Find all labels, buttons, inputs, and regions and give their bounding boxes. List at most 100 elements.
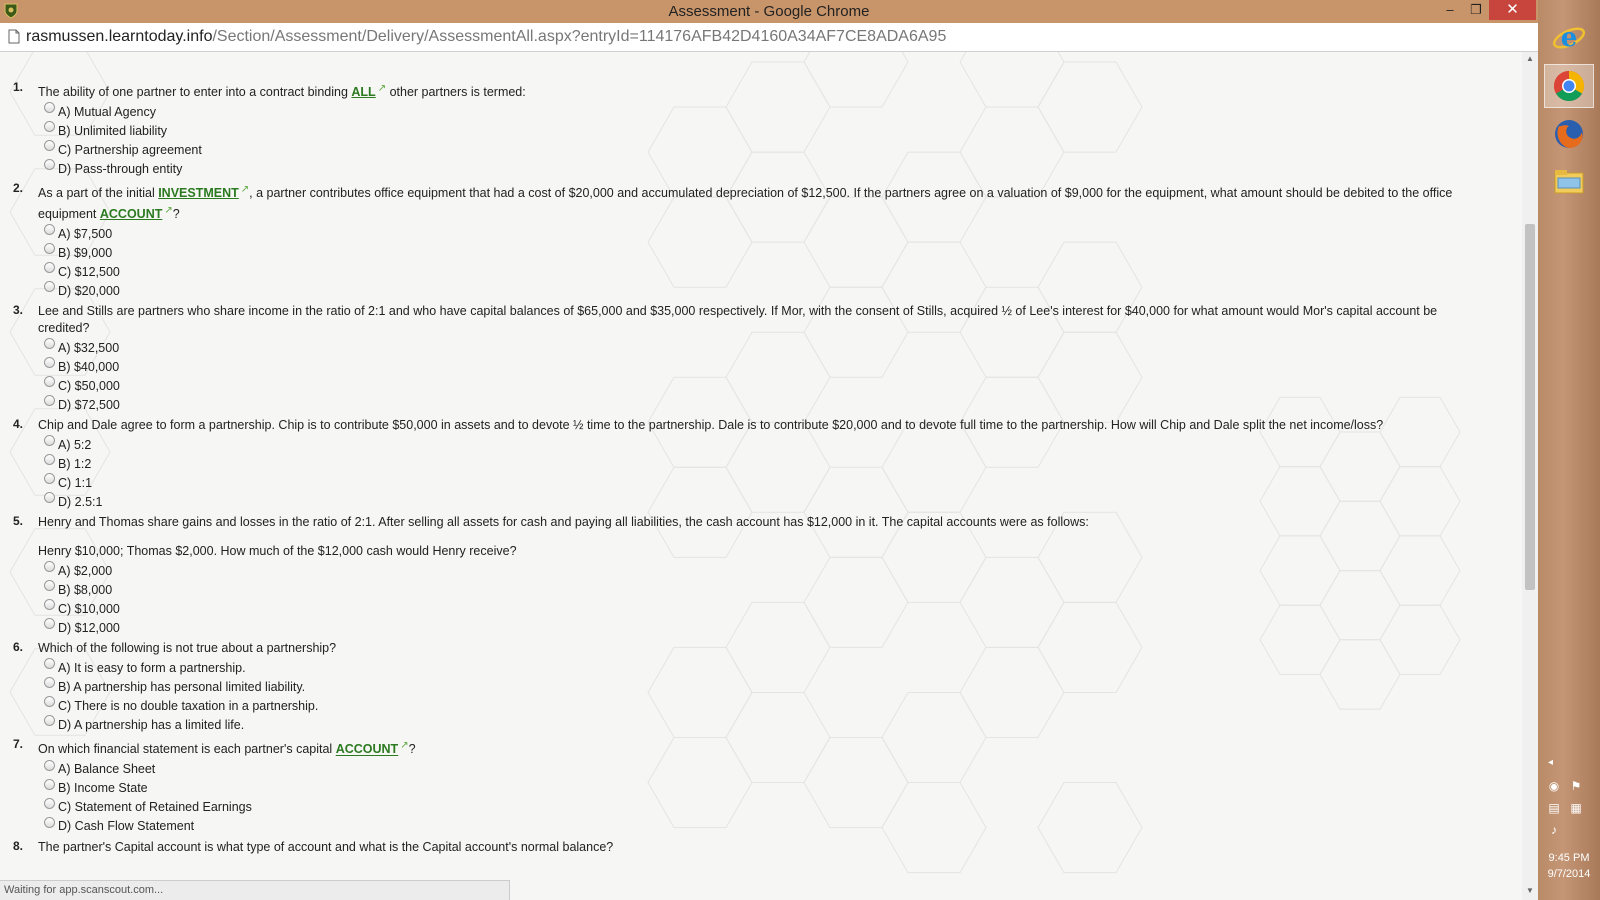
radio-button[interactable] xyxy=(44,580,55,592)
glossary-link[interactable]: ACCOUNT xyxy=(336,743,399,757)
answer-option[interactable]: A) Balance Sheet xyxy=(44,759,1500,779)
flag-tray-icon[interactable]: ⚑ xyxy=(1568,778,1584,794)
title-bar[interactable]: Assessment - Google Chrome ‒ ❐ ✕ xyxy=(0,0,1538,23)
radio-button[interactable] xyxy=(44,561,55,573)
question-text: As a part of the initial INVESTMENT ↗, a … xyxy=(38,181,1500,223)
answer-option[interactable]: B) Unlimited liability xyxy=(44,121,1500,140)
question-item: 7. On which financial statement is each p… xyxy=(0,737,1500,835)
glossary-link[interactable]: ACCOUNT xyxy=(100,207,163,221)
radio-button[interactable] xyxy=(44,262,55,274)
external-link-icon[interactable]: ↗ xyxy=(400,740,408,751)
volume-tray-icon[interactable]: ♪ xyxy=(1546,822,1562,838)
question-text-mid: , a partner contributes office equipment… xyxy=(38,186,1453,222)
answer-option[interactable]: A) Mutual Agency xyxy=(44,102,1500,121)
radio-button[interactable] xyxy=(44,454,55,466)
scroll-up-arrow-icon[interactable]: ▲ xyxy=(1522,54,1538,66)
radio-button[interactable] xyxy=(44,492,55,504)
radio-button[interactable] xyxy=(44,121,55,133)
radio-button[interactable] xyxy=(44,696,55,708)
answer-option[interactable]: A) $2,000 xyxy=(44,561,1500,580)
answer-option[interactable]: B) 1:2 xyxy=(44,454,1500,473)
glossary-link[interactable]: ALL xyxy=(351,85,375,99)
answer-option[interactable]: C) There is no double taxation in a part… xyxy=(44,696,1500,715)
external-link-icon[interactable]: ↗ xyxy=(164,205,172,216)
radio-button[interactable] xyxy=(44,797,55,809)
answer-label: B) Income State xyxy=(58,781,148,796)
answer-option[interactable]: A) $32,500 xyxy=(44,338,1500,357)
answer-option[interactable]: B) A partnership has personal limited li… xyxy=(44,677,1500,696)
tray-chevron-icon[interactable]: ◂ xyxy=(1548,757,1553,768)
power-tray-icon[interactable]: ▤ xyxy=(1546,800,1562,816)
radio-button[interactable] xyxy=(44,778,55,790)
answer-label: B) 1:2 xyxy=(58,456,92,471)
radio-button[interactable] xyxy=(44,677,55,689)
radio-button[interactable] xyxy=(44,243,55,255)
clock-time[interactable]: 9:45 PM xyxy=(1538,852,1600,864)
radio-button[interactable] xyxy=(44,658,55,670)
answer-option[interactable]: D) Cash Flow Statement xyxy=(44,816,1500,836)
radio-button[interactable] xyxy=(44,435,55,447)
scroll-down-arrow-icon[interactable]: ▼ xyxy=(1522,886,1538,898)
answer-option[interactable]: A) $7,500 xyxy=(44,224,1500,243)
answer-option[interactable]: D) 2.5:1 xyxy=(44,492,1500,511)
chrome-taskbar-button[interactable] xyxy=(1544,64,1594,108)
answer-option[interactable]: C) Statement of Retained Earnings xyxy=(44,797,1500,817)
question-text: The partner's Capital account is what ty… xyxy=(38,839,1500,856)
answer-label: A) $32,500 xyxy=(58,340,120,355)
external-link-icon[interactable]: ↗ xyxy=(378,83,386,94)
external-link-icon[interactable]: ↗ xyxy=(241,184,249,195)
radio-button[interactable] xyxy=(44,473,55,485)
ie-taskbar-button[interactable]: e xyxy=(1544,16,1594,60)
answer-option[interactable]: D) A partnership has a limited life. xyxy=(44,715,1500,734)
minimize-button[interactable]: ‒ xyxy=(1437,0,1463,20)
answer-option[interactable]: C) $10,000 xyxy=(44,599,1500,618)
clock-date[interactable]: 9/7/2014 xyxy=(1538,868,1600,880)
answer-option[interactable]: D) Pass-through entity xyxy=(44,159,1500,178)
answer-option[interactable]: B) Income State xyxy=(44,778,1500,798)
url-text[interactable]: rasmussen.learntoday.info/Section/Assess… xyxy=(26,28,946,46)
firefox-taskbar-button[interactable] xyxy=(1544,112,1594,156)
answer-option[interactable]: D) $20,000 xyxy=(44,281,1500,300)
answer-options: A) $7,500 B) $9,000 C) $12,500 D) $20,000 xyxy=(44,224,1500,300)
answer-label: B) $9,000 xyxy=(58,245,113,260)
radio-button[interactable] xyxy=(44,102,55,114)
radio-button[interactable] xyxy=(44,140,55,152)
close-button[interactable]: ✕ xyxy=(1489,0,1536,20)
answer-option[interactable]: B) $8,000 xyxy=(44,580,1500,599)
answer-option[interactable]: B) $9,000 xyxy=(44,243,1500,262)
answer-option[interactable]: C) $50,000 xyxy=(44,376,1500,395)
radio-button[interactable] xyxy=(44,618,55,630)
radio-button[interactable] xyxy=(44,599,55,611)
answer-option[interactable]: D) $12,000 xyxy=(44,618,1500,637)
radio-button[interactable] xyxy=(44,376,55,388)
answer-option[interactable]: C) $12,500 xyxy=(44,262,1500,281)
question-item: 2. As a part of the initial INVESTMENT ↗, … xyxy=(0,181,1500,300)
radio-button[interactable] xyxy=(44,338,55,350)
answer-option[interactable]: C) 1:1 xyxy=(44,473,1500,492)
answer-label: A) 5:2 xyxy=(58,437,92,452)
answer-option[interactable]: C) Partnership agreement xyxy=(44,140,1500,159)
answer-option[interactable]: A) 5:2 xyxy=(44,435,1500,454)
radio-button[interactable] xyxy=(44,357,55,369)
network-tray-icon[interactable]: ▦ xyxy=(1568,800,1584,816)
vertical-scrollbar[interactable]: ▲ ▼ xyxy=(1522,52,1538,900)
radio-button[interactable] xyxy=(44,224,55,236)
radio-button[interactable] xyxy=(44,159,55,171)
answer-option[interactable]: A) It is easy to form a partnership. xyxy=(44,658,1500,677)
radio-button[interactable] xyxy=(44,715,55,727)
answer-label: D) $20,000 xyxy=(58,283,120,298)
question-item: 3. Lee and Stills are partners who share … xyxy=(0,303,1500,414)
radio-button[interactable] xyxy=(44,816,55,828)
glossary-link[interactable]: INVESTMENT xyxy=(158,186,239,200)
file-explorer-taskbar-button[interactable] xyxy=(1544,160,1594,204)
answer-option[interactable]: D) $72,500 xyxy=(44,395,1500,414)
question-text: The ability of one partner to enter into… xyxy=(38,80,1500,101)
radio-button[interactable] xyxy=(44,395,55,407)
scroll-thumb[interactable] xyxy=(1525,224,1535,590)
steam-tray-icon[interactable]: ◉ xyxy=(1546,778,1562,794)
restore-button[interactable]: ❐ xyxy=(1463,0,1489,20)
radio-button[interactable] xyxy=(44,281,55,293)
answer-option[interactable]: B) $40,000 xyxy=(44,357,1500,376)
address-bar[interactable]: rasmussen.learntoday.info/Section/Assess… xyxy=(0,23,1538,52)
radio-button[interactable] xyxy=(44,759,55,771)
